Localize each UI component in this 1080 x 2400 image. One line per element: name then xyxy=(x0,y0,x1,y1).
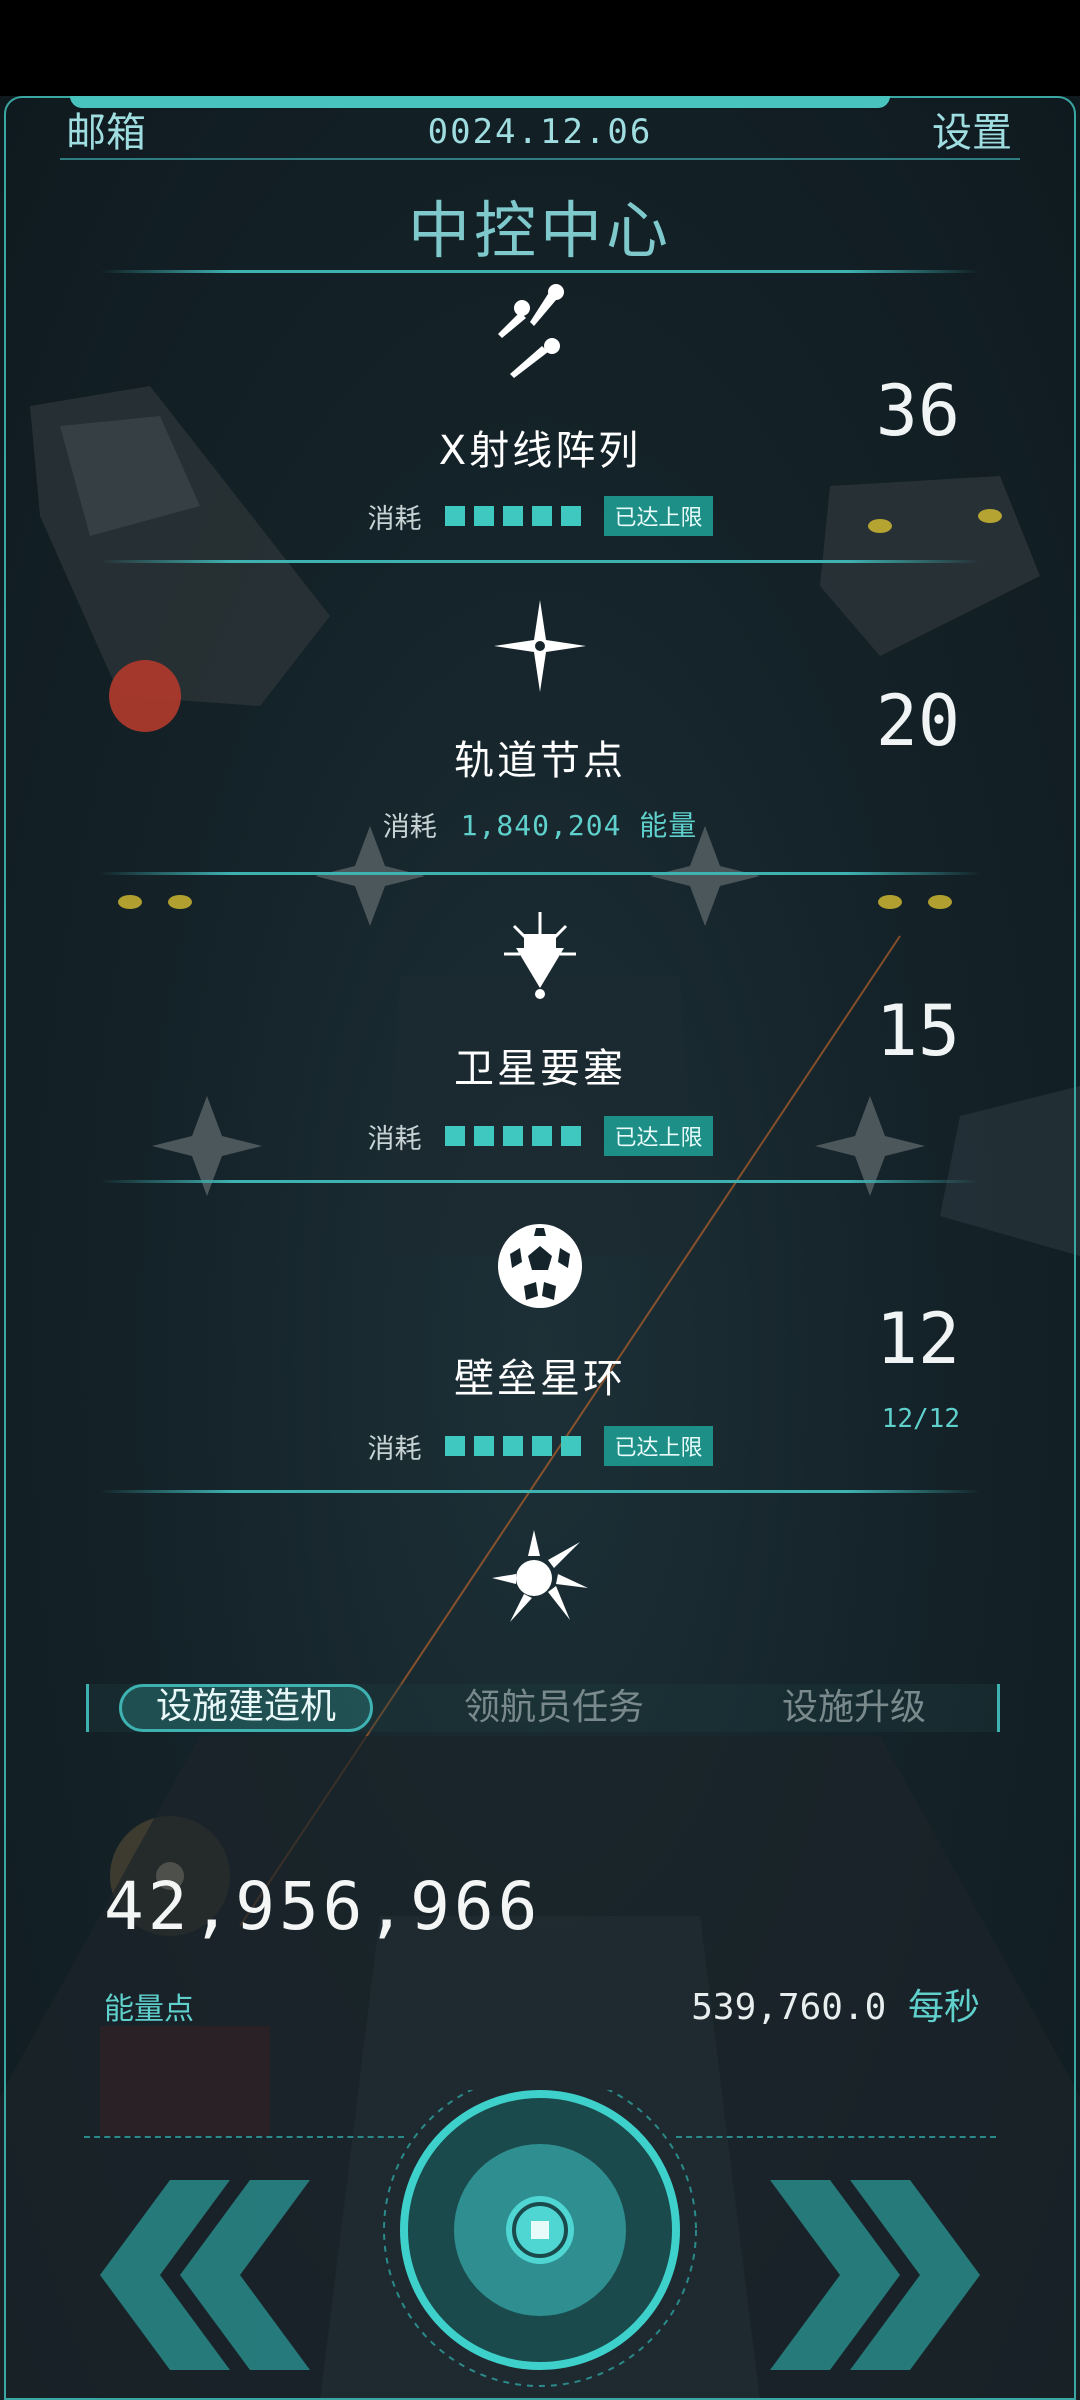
title-divider xyxy=(100,270,980,273)
cost-block xyxy=(474,506,495,526)
game-date: 0024.12.06 xyxy=(427,112,653,152)
cost-block xyxy=(445,1126,466,1146)
cost-label: 消耗 xyxy=(382,811,437,843)
max-reached-badge: 已达上限 xyxy=(604,496,713,536)
cost-block xyxy=(445,1436,466,1456)
facility-count: 12 xyxy=(875,1298,960,1380)
cost-block xyxy=(503,1436,524,1456)
facility-count: 15 xyxy=(875,990,960,1072)
row-divider xyxy=(100,872,980,875)
previous-button[interactable] xyxy=(100,2170,320,2380)
star-icon xyxy=(494,600,586,692)
burst-icon xyxy=(492,1530,588,1622)
main-action-button[interactable] xyxy=(380,2090,700,2400)
cost-block xyxy=(503,1126,524,1146)
cost-block xyxy=(503,506,524,526)
satellite-icon xyxy=(504,912,576,999)
facility-cost: 消耗 已达上限 xyxy=(0,1426,1080,1466)
cost-block xyxy=(532,1436,553,1456)
cost-value: 1,840,204 能量 xyxy=(460,809,698,842)
facility-cost: 消耗 已达上限 xyxy=(0,1116,1080,1156)
tab-bar: 设施建造机 领航员任务 设施升级 xyxy=(86,1684,1000,1732)
settings-button[interactable]: 设置 xyxy=(932,108,1012,158)
energy-rate-value: 539,760.0 xyxy=(691,1987,887,2028)
cost-block xyxy=(532,1126,553,1146)
next-button[interactable] xyxy=(760,2170,980,2380)
cost-block xyxy=(561,506,582,526)
cost-block xyxy=(445,506,466,526)
max-reached-badge: 已达上限 xyxy=(604,1426,713,1466)
energy-rate-unit: 每秒 xyxy=(907,1987,980,2028)
control-line-right xyxy=(676,2136,996,2138)
row-divider xyxy=(100,1490,980,1493)
tab-navigator-missions[interactable]: 领航员任务 xyxy=(419,1684,689,1732)
cost-label: 消耗 xyxy=(367,1433,422,1465)
hud-frame-accent xyxy=(70,96,890,108)
facility-count: 20 xyxy=(875,680,960,762)
energy-points-value: 42,956,966 xyxy=(104,1868,542,1945)
energy-rate: 539,760.0 每秒 xyxy=(691,1978,980,2030)
facility-cost: 消耗 1,840,204 能量 xyxy=(0,804,1080,844)
chevron-right-icon xyxy=(770,2180,980,2370)
cost-label: 消耗 xyxy=(367,1123,422,1155)
facility-count: 36 xyxy=(875,370,960,452)
tab-facility-builder[interactable]: 设施建造机 xyxy=(119,1684,373,1732)
energy-points-label: 能量点 xyxy=(104,1992,194,2027)
tab-facility-upgrade[interactable]: 设施升级 xyxy=(719,1684,989,1732)
cost-block xyxy=(474,1126,495,1146)
header-divider xyxy=(60,158,1020,160)
row-divider xyxy=(100,560,980,563)
control-line-left xyxy=(84,2136,404,2138)
missiles-icon xyxy=(498,284,564,378)
chevron-left-icon xyxy=(100,2180,310,2370)
cost-block xyxy=(474,1436,495,1456)
cost-label: 消耗 xyxy=(367,503,422,535)
core-icon xyxy=(531,2221,549,2239)
row-divider xyxy=(100,1180,980,1183)
status-bar xyxy=(0,0,1080,96)
max-reached-badge: 已达上限 xyxy=(604,1116,713,1156)
cost-block xyxy=(561,1126,582,1146)
cost-block xyxy=(561,1436,582,1456)
facility-cost: 消耗 已达上限 xyxy=(0,496,1080,536)
sphere-icon xyxy=(498,1224,582,1308)
cost-block xyxy=(532,506,553,526)
page-title: 中控中心 xyxy=(407,194,672,267)
